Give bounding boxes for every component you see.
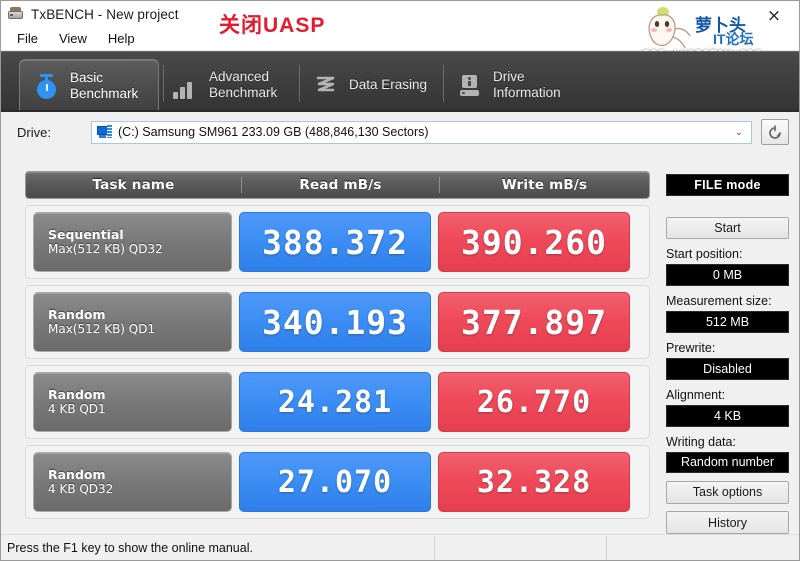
main-content: Task name Read mB/s Write mB/s Sequentia… xyxy=(1,166,799,534)
task-name-line1: Random xyxy=(48,467,106,482)
annotation-text: 关闭UASP xyxy=(219,14,326,37)
read-value: 388.372 xyxy=(239,212,431,272)
bar-chart-icon xyxy=(173,71,199,99)
read-value: 340.193 xyxy=(239,292,431,352)
task-name-line1: Sequential xyxy=(48,227,124,242)
menu-item-help[interactable]: Help xyxy=(100,29,145,49)
drive-icon xyxy=(7,6,25,22)
drive-selector-row: Drive: (C:) Samsung SM961 233.09 GB (488… xyxy=(1,112,799,152)
chevron-down-icon[interactable]: ⌄ xyxy=(731,127,747,138)
task-cell[interactable]: Random 4 KB QD32 xyxy=(33,452,232,512)
write-value: 390.260 xyxy=(438,212,630,272)
drive-label: Drive: xyxy=(17,124,51,140)
alignment-value[interactable]: 4 KB xyxy=(666,404,789,427)
start-button[interactable]: Start xyxy=(666,216,789,240)
tab-label-data-erasing: Data Erasing xyxy=(349,76,428,92)
start-position-value[interactable]: 0 MB xyxy=(666,264,789,287)
column-header-write: Write mB/s xyxy=(501,177,588,193)
table-row: Random 4 KB QD1 24.281 26.770 xyxy=(25,365,650,439)
writing-data-label: Writing data: xyxy=(666,434,736,449)
results-header-row: Task name Read mB/s Write mB/s xyxy=(25,171,650,199)
column-header-task-name: Task name xyxy=(92,177,175,193)
prewrite-label: Prewrite: xyxy=(666,340,716,355)
task-name-line2: Max(512 KB) QD1 xyxy=(48,322,156,336)
refresh-icon xyxy=(768,125,781,139)
measurement-size-label: Measurement size: xyxy=(666,294,772,309)
task-cell[interactable]: Random Max(512 KB) QD1 xyxy=(33,292,232,352)
drive-selected-value: (C:) Samsung SM961 233.09 GB (488,846,13… xyxy=(118,125,429,139)
tab-label-drive-information: Drive Information xyxy=(493,68,561,100)
title-bar: TxBENCH - New project 关闭UASP 萝卜头 IT论坛 BB… xyxy=(1,1,799,61)
drive-select[interactable]: (C:) Samsung SM961 233.09 GB (488,846,13… xyxy=(91,120,752,144)
write-value: 377.897 xyxy=(438,292,630,352)
drive-info-icon xyxy=(457,71,483,99)
computer-drive-icon xyxy=(97,125,113,139)
read-value: 27.070 xyxy=(239,452,431,512)
status-segment-2 xyxy=(435,535,607,560)
tab-label-advanced-benchmark: Advanced Benchmark xyxy=(209,68,278,100)
writing-data-value[interactable]: Random number xyxy=(666,451,789,474)
status-bar: Press the F1 key to show the online manu… xyxy=(1,534,799,560)
tab-basic-benchmark[interactable]: Basic Benchmark xyxy=(19,59,159,112)
menu-bar: File View Help xyxy=(1,27,799,51)
task-name-line2: 4 KB QD1 xyxy=(48,402,106,416)
write-value: 32.328 xyxy=(438,452,630,512)
start-position-label: Start position: xyxy=(666,247,743,262)
window-title: TxBENCH - New project xyxy=(31,6,179,22)
read-value: 24.281 xyxy=(239,372,431,432)
history-button[interactable]: History xyxy=(666,511,789,534)
tab-advanced-benchmark[interactable]: Advanced Benchmark xyxy=(159,57,299,112)
erase-icon xyxy=(313,71,339,99)
menu-item-file[interactable]: File xyxy=(9,29,48,49)
measurement-size-value[interactable]: 512 MB xyxy=(666,311,789,333)
tab-data-erasing[interactable]: Data Erasing xyxy=(299,57,443,112)
txbench-window: TxBENCH - New project 关闭UASP 萝卜头 IT论坛 BB… xyxy=(0,0,800,561)
benchmark-results: Task name Read mB/s Write mB/s Sequentia… xyxy=(25,171,650,534)
task-name-line2: 4 KB QD32 xyxy=(48,482,114,496)
status-segment-3 xyxy=(607,536,799,560)
tab-drive-information[interactable]: Drive Information xyxy=(443,57,583,112)
column-header-read: Read mB/s xyxy=(241,177,440,193)
alignment-label: Alignment: xyxy=(666,387,726,402)
tab-strip: Basic Benchmark Advanced Benchmark Data … xyxy=(1,51,799,112)
tab-label-basic-benchmark: Basic Benchmark xyxy=(70,70,139,101)
task-cell[interactable]: Random 4 KB QD1 xyxy=(33,372,232,432)
prewrite-value[interactable]: Disabled xyxy=(666,357,789,380)
refresh-button[interactable] xyxy=(761,119,789,145)
task-name-line1: Random xyxy=(48,387,106,402)
task-name-line2: Max(512 KB) QD32 xyxy=(48,242,163,256)
task-name-line1: Random xyxy=(48,307,106,322)
write-value: 26.770 xyxy=(438,372,630,432)
table-row: Random Max(512 KB) QD1 340.193 377.897 xyxy=(25,285,650,359)
stopwatch-icon xyxy=(34,72,60,100)
mode-display[interactable]: FILE mode xyxy=(666,174,789,196)
close-icon[interactable]: × xyxy=(763,6,785,26)
task-options-button[interactable]: Task options xyxy=(666,480,789,504)
table-row: Random 4 KB QD32 27.070 32.328 xyxy=(25,445,650,519)
menu-item-view[interactable]: View xyxy=(51,29,97,49)
status-message: Press the F1 key to show the online manu… xyxy=(1,535,435,560)
task-cell[interactable]: Sequential Max(512 KB) QD32 xyxy=(33,212,232,272)
settings-panel: FILE mode Start Start position: 0 MB Mea… xyxy=(650,171,789,534)
table-row: Sequential Max(512 KB) QD32 388.372 390.… xyxy=(25,205,650,279)
